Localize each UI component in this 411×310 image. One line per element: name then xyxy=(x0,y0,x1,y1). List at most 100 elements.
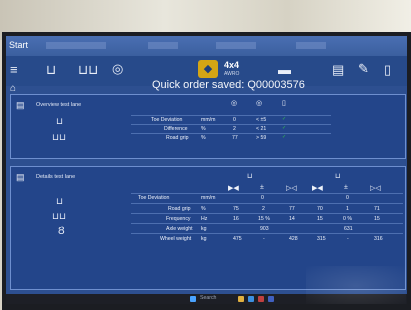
left-wheel-icon: ▶◀ xyxy=(228,185,239,192)
details-value: 14 xyxy=(289,216,295,222)
brake-disc-icon[interactable]: ◎ xyxy=(112,62,123,75)
details-value: 1 xyxy=(346,206,349,212)
row-divider xyxy=(131,115,331,116)
details-value: 15 xyxy=(374,216,380,222)
details-label: Road grip xyxy=(168,206,191,212)
edit-icon[interactable]: ✎ xyxy=(358,62,369,75)
overview-title: Overview test lane xyxy=(36,102,82,108)
title-segment xyxy=(46,42,106,49)
details-value: 428 xyxy=(289,236,298,242)
brand-logo-icon[interactable]: ◆ xyxy=(198,60,218,78)
title-segment xyxy=(296,42,326,49)
table-icon: ▤ xyxy=(16,100,25,110)
screen-glare xyxy=(306,266,406,304)
axle-single-icon: ⊔ xyxy=(56,196,64,206)
difference-icon: ± xyxy=(344,184,348,191)
app-icon[interactable] xyxy=(258,296,264,302)
details-value: 70 xyxy=(317,206,323,212)
check-icon: ✓ xyxy=(282,116,287,122)
details-value: - xyxy=(347,236,349,242)
axle-double-icon: ⊔⊔ xyxy=(52,211,67,221)
status-message: Quick order saved: Q00003576 xyxy=(152,79,305,91)
check-icon: ✓ xyxy=(282,125,287,131)
details-value: 0 % xyxy=(343,216,352,222)
overview-limit: < ±5 xyxy=(256,117,267,123)
row-divider xyxy=(131,193,403,194)
document-icon[interactable]: ▯ xyxy=(384,63,391,76)
details-value: 75 xyxy=(233,206,239,212)
row-divider xyxy=(131,203,403,204)
overview-unit: % xyxy=(201,126,206,132)
left-wheel-icon: ▶◀ xyxy=(312,185,323,192)
details-value: 15 xyxy=(317,216,323,222)
browser-icon[interactable] xyxy=(248,296,254,302)
overview-value: 2 xyxy=(233,126,236,132)
app-screen: Start ≡ ⊔ ⊔⊔ ◎ ◆ 4x4 AWRO ▬ ▤ ✎ ▯ ⌂ Quic… xyxy=(6,36,407,304)
title-bar: Start xyxy=(6,36,407,56)
brand-sublabel: AWRO xyxy=(224,71,240,77)
difference-icon: ± xyxy=(260,184,264,191)
axle-single-icon[interactable]: ⊔ xyxy=(46,63,56,76)
row-divider xyxy=(131,233,403,234)
brand-label: 4x4 xyxy=(224,60,240,70)
details-value: 0 xyxy=(261,195,264,201)
taskbar-search[interactable]: Search xyxy=(200,295,216,301)
details-label: Toe Deviation xyxy=(138,195,170,201)
axle-double-icon: ⊔⊔ xyxy=(52,132,67,142)
details-value: 15 % xyxy=(258,216,270,222)
details-value: 903 xyxy=(260,226,269,232)
details-value: 77 xyxy=(289,206,295,212)
weight-icon: Ȣ xyxy=(58,225,65,237)
folder-icon[interactable] xyxy=(238,296,244,302)
row-divider xyxy=(131,124,331,125)
printer-icon[interactable]: ▬ xyxy=(278,63,291,76)
title-segment xyxy=(216,42,256,49)
windows-start-icon[interactable] xyxy=(190,296,196,302)
details-title: Details test lane xyxy=(36,174,76,180)
overview-label: Difference xyxy=(164,126,188,132)
overview-label: Toe Deviation xyxy=(151,117,183,123)
details-value: 16 xyxy=(233,216,239,222)
details-unit: mm/m xyxy=(201,195,216,201)
overview-label: Road grip xyxy=(166,135,189,141)
overview-unit: mm/m xyxy=(201,117,216,123)
right-wheel-icon: ▷◁ xyxy=(286,185,297,192)
details-value: 475 xyxy=(233,236,242,242)
details-label: Wheel weight xyxy=(160,236,192,242)
row-divider xyxy=(131,133,331,134)
front-axle-icon: ⊔ xyxy=(247,173,253,180)
overview-value: 0 xyxy=(233,117,236,123)
overview-limit: > 59 xyxy=(256,135,267,141)
details-value: 2 xyxy=(262,206,265,212)
row-divider xyxy=(131,223,403,224)
document-icon: ▯ xyxy=(282,100,286,107)
details-value: 71 xyxy=(374,206,380,212)
details-value: 631 xyxy=(344,226,353,232)
axle-double-icon[interactable]: ⊔⊔ xyxy=(78,63,98,76)
details-unit: % xyxy=(201,206,206,212)
details-value: 0 xyxy=(346,195,349,201)
rear-axle-icon: ⊔ xyxy=(335,173,341,180)
details-label: Axle weight xyxy=(166,226,193,232)
details-unit: Hz xyxy=(201,216,208,222)
details-value: - xyxy=(263,236,265,242)
start-label[interactable]: Start xyxy=(9,40,28,50)
app-icon[interactable] xyxy=(268,296,274,302)
details-value: 316 xyxy=(374,236,383,242)
axle-single-icon: ⊔ xyxy=(56,116,64,126)
brake-disc-icon: ◎ xyxy=(256,100,263,107)
menu-icon[interactable]: ≡ xyxy=(10,63,18,76)
overview-unit: % xyxy=(201,135,206,141)
overview-limit: < 21 xyxy=(256,126,267,132)
details-label: Frequency xyxy=(166,216,191,222)
check-icon: ✓ xyxy=(282,134,287,140)
details-unit: kg xyxy=(201,236,207,242)
brake-disc-icon: ◎ xyxy=(231,100,238,107)
title-segment xyxy=(148,42,178,49)
details-unit: kg xyxy=(201,226,207,232)
row-divider xyxy=(131,213,403,214)
table-icon: ▤ xyxy=(16,172,25,182)
overview-value: 77 xyxy=(232,135,238,141)
details-value: 315 xyxy=(317,236,326,242)
table-icon[interactable]: ▤ xyxy=(332,63,344,76)
